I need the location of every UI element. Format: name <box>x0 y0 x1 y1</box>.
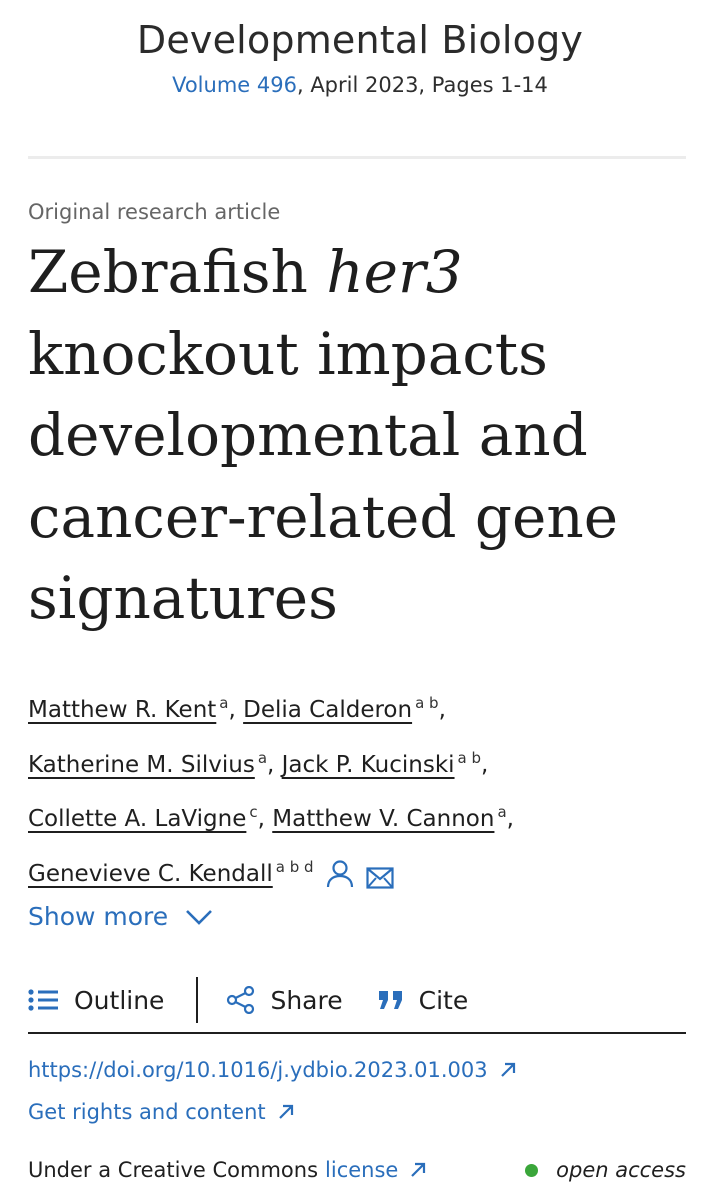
author-affiliation: a b <box>415 694 439 712</box>
open-access-badge: open access <box>525 1158 686 1182</box>
outline-button[interactable]: Outline <box>28 986 164 1015</box>
doi-text: https://doi.org/10.1016/j.ydbio.2023.01.… <box>28 1058 488 1082</box>
article-type: Original research article <box>28 200 281 224</box>
author-affiliation: c <box>249 803 258 821</box>
rights-link[interactable]: Get rights and content <box>28 1100 296 1124</box>
rights-text: Get rights and content <box>28 1100 266 1124</box>
action-separator <box>196 977 199 1023</box>
open-access-label: open access <box>556 1158 686 1182</box>
author-name[interactable]: Delia Calderon <box>243 697 412 723</box>
author-affiliation: a <box>497 803 507 821</box>
license-link[interactable]: license <box>325 1158 398 1182</box>
author-separator: , <box>506 806 514 832</box>
author-name[interactable]: Katherine M. Silvius <box>28 752 255 778</box>
share-label: Share <box>270 985 343 1015</box>
open-access-dot-icon <box>525 1163 539 1177</box>
show-more-label: Show more <box>28 902 169 931</box>
author-entry: Delia Calderon a b, <box>243 694 446 723</box>
author-entry: Matthew V. Cannon a, <box>272 803 514 832</box>
author-separator: , <box>228 697 236 723</box>
article-action-bar: Outline Share Cite <box>28 968 686 1032</box>
author-affiliation: a b d <box>275 857 314 876</box>
author-name[interactable]: Genevieve C. Kendall <box>28 861 273 887</box>
share-icon <box>226 986 256 1014</box>
license-info: Under a Creative Commons license <box>28 1158 428 1182</box>
journal-header: Developmental Biology Volume 496, April … <box>0 16 720 100</box>
action-bar-divider <box>28 1032 686 1034</box>
title-part-1: Zebrafish <box>28 238 327 306</box>
external-link-icon <box>276 1102 296 1122</box>
cite-label: Cite <box>418 985 469 1015</box>
share-button[interactable]: Share <box>226 985 343 1015</box>
volume-link[interactable]: Volume 496 <box>172 73 297 97</box>
author-entry: Collette A. LaVigne c, <box>28 803 265 832</box>
author-entry: Jack P. Kucinski a b, <box>282 748 489 778</box>
author-entry: Katherine M. Silvius a, <box>28 748 275 778</box>
header-divider <box>28 156 686 159</box>
external-link-icon <box>408 1160 428 1180</box>
author-name[interactable]: Matthew R. Kent <box>28 697 216 723</box>
cite-button[interactable]: Cite <box>377 985 469 1015</box>
author-affiliation: a b <box>457 748 482 767</box>
list-icon <box>28 989 60 1011</box>
show-more-button[interactable]: Show more <box>28 902 214 931</box>
author-separator: , <box>267 751 275 778</box>
title-gene-name: her3 <box>326 238 463 306</box>
corresponding-author-icon[interactable] <box>326 859 354 907</box>
author-list: Matthew R. Kent a, Delia Calderon a b, Kat… <box>28 680 698 906</box>
author-affiliation: a <box>257 748 268 767</box>
license-prefix: Under a Creative Commons <box>28 1158 319 1182</box>
issue-details: , April 2023, Pages 1-14 <box>296 73 548 97</box>
author-affiliation: a <box>219 694 229 712</box>
journal-name[interactable]: Developmental Biology <box>0 16 720 64</box>
issue-info: Volume 496, April 2023, Pages 1-14 <box>0 70 720 100</box>
author-name[interactable]: Jack P. Kucinski <box>282 752 455 778</box>
author-entry: Genevieve C. Kendall a b d <box>28 857 314 887</box>
license-row: Under a Creative Commons license open ac… <box>28 1158 686 1182</box>
title-part-2: knockout impacts developmental and cance… <box>28 319 619 633</box>
author-name[interactable]: Matthew V. Cannon <box>272 806 494 832</box>
author-name[interactable]: Collette A. LaVigne <box>28 806 246 832</box>
author-separator: , <box>438 697 446 723</box>
article-title: Zebrafish her3 knockout impacts developm… <box>28 232 698 640</box>
chevron-down-icon <box>186 909 213 925</box>
doi-link[interactable]: https://doi.org/10.1016/j.ydbio.2023.01.… <box>28 1058 518 1082</box>
email-icon[interactable] <box>365 859 394 907</box>
outline-label: Outline <box>74 985 165 1015</box>
author-separator: , <box>481 751 489 778</box>
author-separator: , <box>257 806 265 832</box>
quote-icon <box>377 989 405 1011</box>
author-entry: Matthew R. Kent a, <box>28 694 236 723</box>
external-link-icon <box>498 1060 518 1080</box>
